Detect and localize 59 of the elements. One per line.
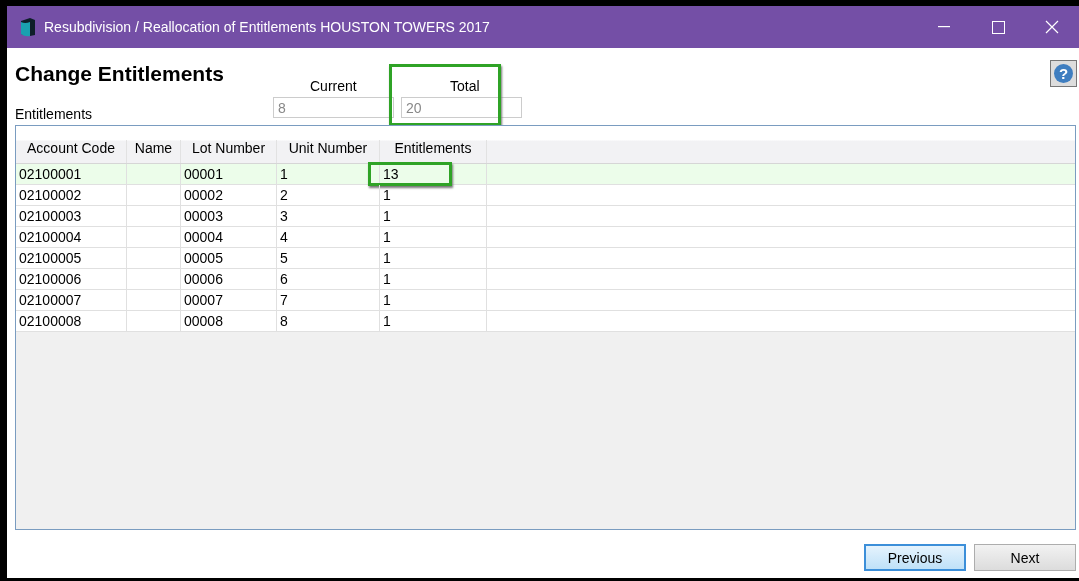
table-cell: 2: [280, 187, 288, 203]
table-cell: 00004: [184, 229, 223, 245]
table-row[interactable]: 02100005 00005 5 1: [16, 248, 1075, 269]
entitlements-label: Entitlements: [15, 106, 93, 122]
next-button[interactable]: Next: [974, 544, 1076, 571]
table-row[interactable]: 02100007 00007 7 1: [16, 290, 1075, 311]
table-cell: 00006: [184, 271, 223, 287]
table-cell: 00001: [184, 166, 223, 182]
close-icon: [1045, 20, 1059, 34]
table-cell: 00005: [184, 250, 223, 266]
page-heading: Change Entitlements: [15, 62, 224, 86]
table-cell: 1: [383, 229, 391, 245]
table-cell: 8: [280, 313, 288, 329]
current-field[interactable]: 8: [273, 97, 394, 118]
table-cell: 1: [383, 292, 391, 308]
current-label: Current: [310, 78, 357, 94]
table-cell: 00003: [184, 208, 223, 224]
table-row[interactable]: 02100006 00006 6 1: [16, 269, 1075, 290]
column-header[interactable]: Unit Number: [277, 140, 380, 163]
table-cell: 1: [383, 271, 391, 287]
table-row[interactable]: 02100008 00008 8 1: [16, 311, 1075, 332]
table-cell: 02100007: [19, 292, 82, 308]
table-cell: 02100001: [19, 166, 82, 182]
table-row[interactable]: 02100004 00004 4 1: [16, 227, 1075, 248]
column-header[interactable]: Lot Number: [181, 140, 277, 163]
table-row[interactable]: 02100003 00003 3 1: [16, 206, 1075, 227]
table-cell: 02100004: [19, 229, 82, 245]
table-cell: 3: [280, 208, 288, 224]
table-cell: 00007: [184, 292, 223, 308]
table-cell: 1: [383, 313, 391, 329]
table-cell: 1: [383, 208, 391, 224]
table-cell: 02100003: [19, 208, 82, 224]
maximize-icon: [991, 20, 1005, 34]
table-cell: 1: [383, 187, 391, 203]
table-cell: 7: [280, 292, 288, 308]
window-title: Resubdivision / Reallocation of Entitlements HOUSTON TOWERS 2017: [44, 19, 491, 35]
column-header[interactable]: Entitlements: [380, 140, 487, 163]
help-button[interactable]: ?: [1050, 60, 1077, 87]
table-cell: 5: [280, 250, 288, 266]
table-cell: 1: [383, 250, 391, 266]
minimize-icon: [938, 26, 950, 28]
app-logo-icon: [20, 17, 36, 37]
table-cell: 02100006: [19, 271, 82, 287]
total-field[interactable]: 20: [401, 97, 522, 118]
table-cell: 6: [280, 271, 288, 287]
table-cell: 00008: [184, 313, 223, 329]
column-header[interactable]: Name: [127, 140, 181, 163]
table-cell: 02100002: [19, 187, 82, 203]
table-cell: 13: [383, 166, 399, 182]
table-cell: 02100005: [19, 250, 82, 266]
table-row[interactable]: 02100002 00002 2 1: [16, 185, 1075, 206]
table-cell: 1: [280, 166, 288, 182]
table-cell: 00002: [184, 187, 223, 203]
table-cell: 02100008: [19, 313, 82, 329]
column-header[interactable]: Account Code: [16, 140, 127, 163]
table-row[interactable]: 02100001 00001 1 13: [16, 164, 1075, 185]
table-cell: 4: [280, 229, 288, 245]
previous-button[interactable]: Previous: [864, 544, 966, 571]
total-label: Total: [450, 78, 480, 94]
